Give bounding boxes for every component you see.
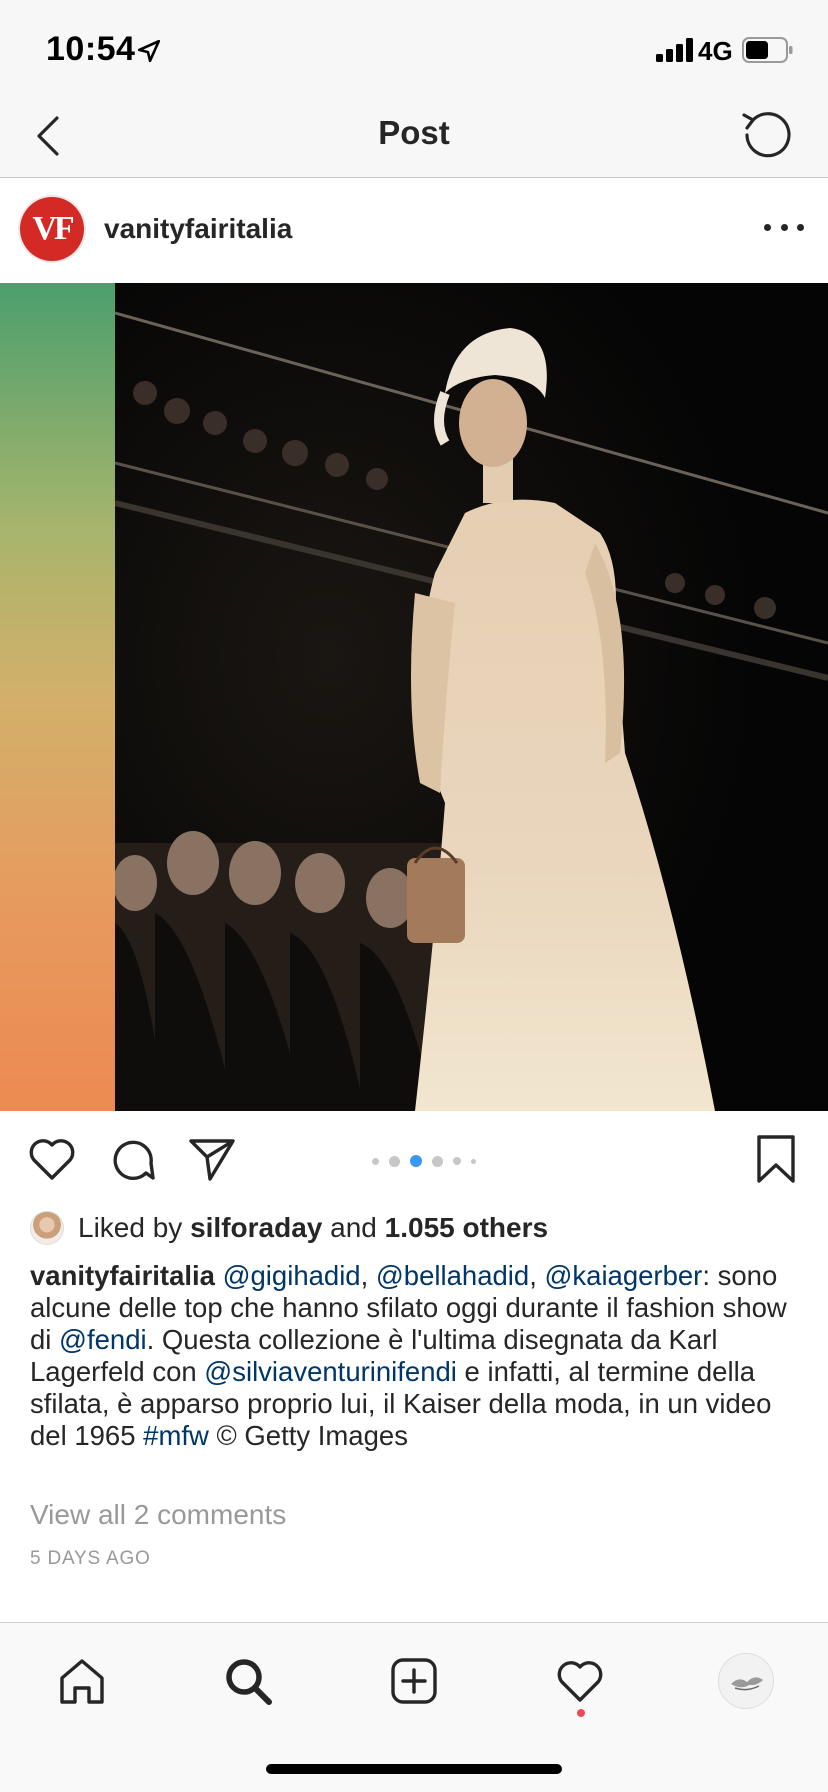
home-indicator — [266, 1764, 562, 1774]
caption-mention[interactable]: @bellahadid — [376, 1260, 529, 1291]
navigation-bar: Post — [0, 96, 828, 178]
caption-mention[interactable]: @silviaventurinifendi — [204, 1356, 457, 1387]
home-icon — [60, 1659, 104, 1704]
more-dot-icon — [764, 223, 771, 231]
cellular-signal-icon — [656, 38, 693, 62]
runway-photo — [115, 283, 828, 1111]
more-dot-icon — [780, 223, 788, 231]
caption-mention[interactable]: @kaiagerber — [544, 1260, 702, 1291]
refresh-icon[interactable] — [738, 104, 798, 164]
caption-text: © Getty Images — [208, 1420, 408, 1451]
likes-row[interactable]: Liked by silforaday and 1.055 others — [30, 1208, 548, 1248]
caption-text: , — [360, 1260, 376, 1291]
notification-dot — [577, 1709, 585, 1717]
likes-prefix: Liked by — [78, 1212, 183, 1243]
tab-activity[interactable] — [550, 1651, 610, 1711]
heart-icon — [557, 1661, 603, 1702]
bookmark-icon[interactable] — [750, 1133, 802, 1185]
tab-profile[interactable] — [718, 1653, 774, 1709]
caption-text: , — [529, 1260, 545, 1291]
caption-hashtag[interactable]: #mfw — [143, 1420, 209, 1451]
post-image[interactable] — [0, 283, 828, 1111]
status-bar: 10:54 4G — [0, 0, 828, 96]
post-username[interactable]: vanityfairitalia — [104, 213, 292, 245]
gradient-strip — [0, 283, 115, 1111]
search-icon — [226, 1659, 272, 1705]
comment-icon[interactable] — [106, 1133, 158, 1185]
view-comments-link[interactable]: View all 2 comments — [30, 1499, 286, 1531]
caption-mention[interactable]: @fendi — [59, 1324, 147, 1355]
likes-joiner: and — [330, 1212, 377, 1243]
liker-avatar — [30, 1211, 64, 1245]
carousel-dot — [432, 1155, 443, 1167]
liker-username[interactable]: silforaday — [190, 1212, 322, 1243]
status-time: 10:54 — [46, 30, 136, 68]
post-header: VF vanityfairitalia — [0, 179, 828, 283]
location-arrow-icon — [137, 39, 161, 63]
carousel-dot — [372, 1157, 379, 1165]
carousel-indicator — [372, 1155, 476, 1167]
tab-search[interactable] — [218, 1651, 278, 1711]
caption-username[interactable]: vanityfairitalia — [30, 1260, 215, 1291]
post-caption: vanityfairitalia @gigihadid, @bellahadid… — [30, 1260, 800, 1452]
add-icon — [391, 1658, 437, 1704]
heart-icon[interactable] — [26, 1133, 78, 1185]
page-title: Post — [378, 114, 450, 151]
carousel-dot-active — [410, 1155, 422, 1167]
tab-new-post[interactable] — [384, 1651, 444, 1711]
tab-home[interactable] — [52, 1651, 112, 1711]
likes-count[interactable]: 1.055 others — [385, 1212, 548, 1243]
carousel-dot — [471, 1158, 476, 1164]
network-type: 4G — [698, 36, 733, 66]
caption-mention[interactable]: @gigihadid — [223, 1260, 361, 1291]
account-avatar[interactable]: VF — [20, 197, 84, 261]
likes-text: Liked by silforaday and 1.055 others — [78, 1212, 548, 1244]
carousel-dot — [389, 1155, 400, 1167]
post-timestamp: 5 DAYS AGO — [30, 1548, 151, 1569]
profile-avatar-icon — [731, 1677, 763, 1691]
avatar-logo-text: VF — [32, 210, 74, 247]
action-bar — [0, 1111, 828, 1207]
more-dot-icon — [797, 223, 804, 231]
more-options-button[interactable] — [764, 207, 804, 247]
share-icon[interactable] — [186, 1133, 238, 1185]
carousel-dot — [453, 1157, 461, 1165]
battery-icon — [742, 37, 793, 63]
